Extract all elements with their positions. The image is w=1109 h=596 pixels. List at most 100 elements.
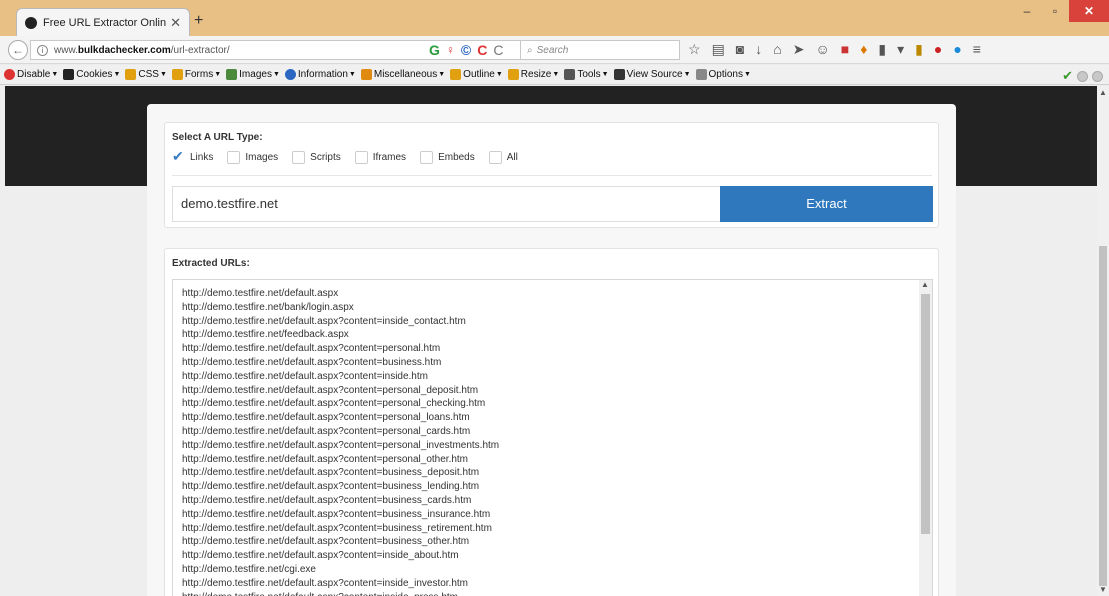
url-list-item: http://demo.testfire.net/default.aspx?co… xyxy=(182,453,469,465)
cookies-icon xyxy=(63,69,75,80)
options-icon xyxy=(695,69,707,80)
tab-close-icon[interactable]: ✕ xyxy=(170,15,181,31)
results-card: Extracted URLs: http://demo.testfire.net… xyxy=(164,248,939,596)
extract-button[interactable]: Extract xyxy=(720,186,933,222)
tools-icon xyxy=(564,69,576,80)
url-list-item: http://demo.testfire.net/default.aspx?co… xyxy=(182,550,459,562)
url-list-item: http://demo.testfire.net/default.aspx?co… xyxy=(182,536,470,548)
addon-red-icon[interactable]: ■ xyxy=(841,41,849,58)
url-list-item: http://demo.testfire.net/default.aspx?co… xyxy=(182,494,472,506)
url-list-item: http://demo.testfire.net/default.aspx?co… xyxy=(182,577,469,589)
reading-list-icon[interactable]: ▤ xyxy=(712,41,725,58)
option-embeds[interactable]: Embeds xyxy=(420,151,475,164)
search-icon: ⌕ xyxy=(527,44,533,56)
url-list-item: http://demo.testfire.net/default.aspx?co… xyxy=(182,439,500,451)
option-all[interactable]: All xyxy=(488,151,518,164)
links-checkbox[interactable] xyxy=(172,148,185,165)
status-dot-icon xyxy=(1092,70,1103,82)
devbar-information[interactable]: Information ▼ xyxy=(284,69,356,80)
url-list-item: http://demo.testfire.net/default.aspx?co… xyxy=(182,481,480,493)
devbar-css[interactable]: CSS ▼ xyxy=(125,69,167,80)
view-source-icon xyxy=(613,69,625,80)
devbar-resize[interactable]: Resize ▼ xyxy=(507,69,559,80)
results-scrollbar[interactable]: ▲ ▼ xyxy=(919,280,932,596)
restore-button[interactable]: ▫ xyxy=(1041,0,1069,22)
devbar-images[interactable]: Images ▼ xyxy=(226,69,280,80)
addon-orange-icon[interactable]: ♦ xyxy=(860,41,867,58)
option-links[interactable]: Links xyxy=(172,148,213,165)
devbar-forms[interactable]: Forms ▼ xyxy=(171,69,221,80)
url-list-item: http://demo.testfire.net/default.aspx xyxy=(182,288,339,299)
download-icon[interactable]: ↓ xyxy=(755,41,762,58)
send-icon[interactable]: ➤ xyxy=(793,41,805,58)
toolbar-icons: ☆ ▤ ◙ ↓ ⌂ ➤ ☺ ■ ♦ ▮ ▾ ▮ ● ● ≡ xyxy=(688,41,981,58)
info-icon[interactable]: i xyxy=(37,44,48,56)
devbar-tools[interactable]: Tools ▼ xyxy=(564,69,609,80)
scroll-down-icon[interactable]: ▼ xyxy=(1099,585,1107,594)
devbar-outline[interactable]: Outline ▼ xyxy=(450,69,503,80)
resize-icon xyxy=(507,69,519,80)
close-window-button[interactable]: ✕ xyxy=(1069,0,1109,22)
scroll-up-icon[interactable]: ▲ xyxy=(921,280,929,289)
results-label: Extracted URLs: xyxy=(172,258,250,269)
domain-input[interactable]: demo.testfire.net xyxy=(172,186,720,222)
pocket-icon[interactable]: ◙ xyxy=(736,41,744,58)
url-list-item: http://demo.testfire.net/default.aspx?co… xyxy=(182,356,442,368)
images-icon xyxy=(226,69,238,80)
images-checkbox[interactable] xyxy=(227,151,241,164)
scroll-up-icon[interactable]: ▲ xyxy=(1099,88,1107,97)
addon-c-icon[interactable]: C xyxy=(477,42,487,58)
page-scroll-thumb[interactable] xyxy=(1099,246,1107,586)
page-scrollbar[interactable]: ▲ ▼ xyxy=(1097,86,1109,596)
home-icon[interactable]: ⌂ xyxy=(773,41,781,58)
url-list-item: http://demo.testfire.net/default.aspx?co… xyxy=(182,412,470,424)
all-checkbox[interactable] xyxy=(488,151,502,164)
skype-icon[interactable]: ● xyxy=(953,41,961,58)
addon-icons: G ♀ © C C xyxy=(429,42,503,58)
devbar-options[interactable]: Options ▼ xyxy=(695,69,751,80)
devbar-cookies[interactable]: Cookies ▼ xyxy=(63,69,120,80)
search-box[interactable]: ⌕ Search xyxy=(520,40,680,60)
forms-icon xyxy=(171,69,183,80)
disable-icon xyxy=(4,69,15,80)
addon-pin-icon[interactable]: ♀ xyxy=(446,43,455,57)
url-list-item: http://demo.testfire.net/default.aspx?co… xyxy=(182,591,499,596)
menu-icon[interactable]: ≡ xyxy=(973,41,981,58)
url-path: /url-extractor/ xyxy=(170,44,230,56)
iframes-checkbox[interactable] xyxy=(354,151,368,164)
addon-dark-icon[interactable]: ▮ xyxy=(878,41,886,58)
url-list-item: http://demo.testfire.net/default.aspx?co… xyxy=(182,384,479,396)
minimize-button[interactable]: – xyxy=(1013,0,1041,22)
url-list-item: http://demo.testfire.net/bank/login.aspx xyxy=(182,301,354,313)
bookmark-star-icon[interactable]: ☆ xyxy=(688,41,701,58)
url-list-item: http://demo.testfire.net/cgi.exe xyxy=(182,563,316,575)
addon-yellow-icon[interactable]: ▮ xyxy=(915,41,923,58)
addon-g-icon[interactable]: G xyxy=(429,42,440,58)
pinterest-icon[interactable]: ● xyxy=(934,41,942,58)
results-scroll-thumb[interactable] xyxy=(921,294,930,534)
option-iframes[interactable]: Iframes xyxy=(354,151,406,164)
devbar-disable[interactable]: Disable ▼ xyxy=(4,69,58,80)
scripts-checkbox[interactable] xyxy=(292,151,306,164)
reload-icon[interactable]: C xyxy=(493,42,503,58)
addon-copyright-icon[interactable]: © xyxy=(461,42,471,58)
url-prefix: www. xyxy=(54,44,78,56)
dropdown-icon[interactable]: ▾ xyxy=(897,41,904,58)
status-dot-icon xyxy=(1077,70,1088,82)
devbar-miscellaneous[interactable]: Miscellaneous ▼ xyxy=(360,69,445,80)
option-images[interactable]: Images xyxy=(227,151,278,164)
smiley-icon[interactable]: ☺ xyxy=(815,41,829,58)
new-tab-button[interactable]: + xyxy=(194,12,203,30)
devbar-view-source[interactable]: View Source ▼ xyxy=(613,69,691,80)
url-list-item: http://demo.testfire.net/default.aspx?co… xyxy=(182,343,441,355)
css-icon xyxy=(125,69,137,80)
browser-tab[interactable]: Free URL Extractor Online ... ✕ xyxy=(16,8,190,36)
option-scripts[interactable]: Scripts xyxy=(292,151,341,164)
embeds-checkbox[interactable] xyxy=(420,151,434,164)
url-domain: bulkdachecker.com xyxy=(77,44,171,56)
url-list-item: http://demo.testfire.net/default.aspx?co… xyxy=(182,425,471,437)
devbar-status: ✔ xyxy=(1062,68,1103,84)
back-button[interactable]: ← xyxy=(8,40,28,60)
url-type-label: Select A URL Type: xyxy=(172,132,263,143)
results-textarea[interactable]: http://demo.testfire.net/default.aspx htt… xyxy=(172,279,933,596)
